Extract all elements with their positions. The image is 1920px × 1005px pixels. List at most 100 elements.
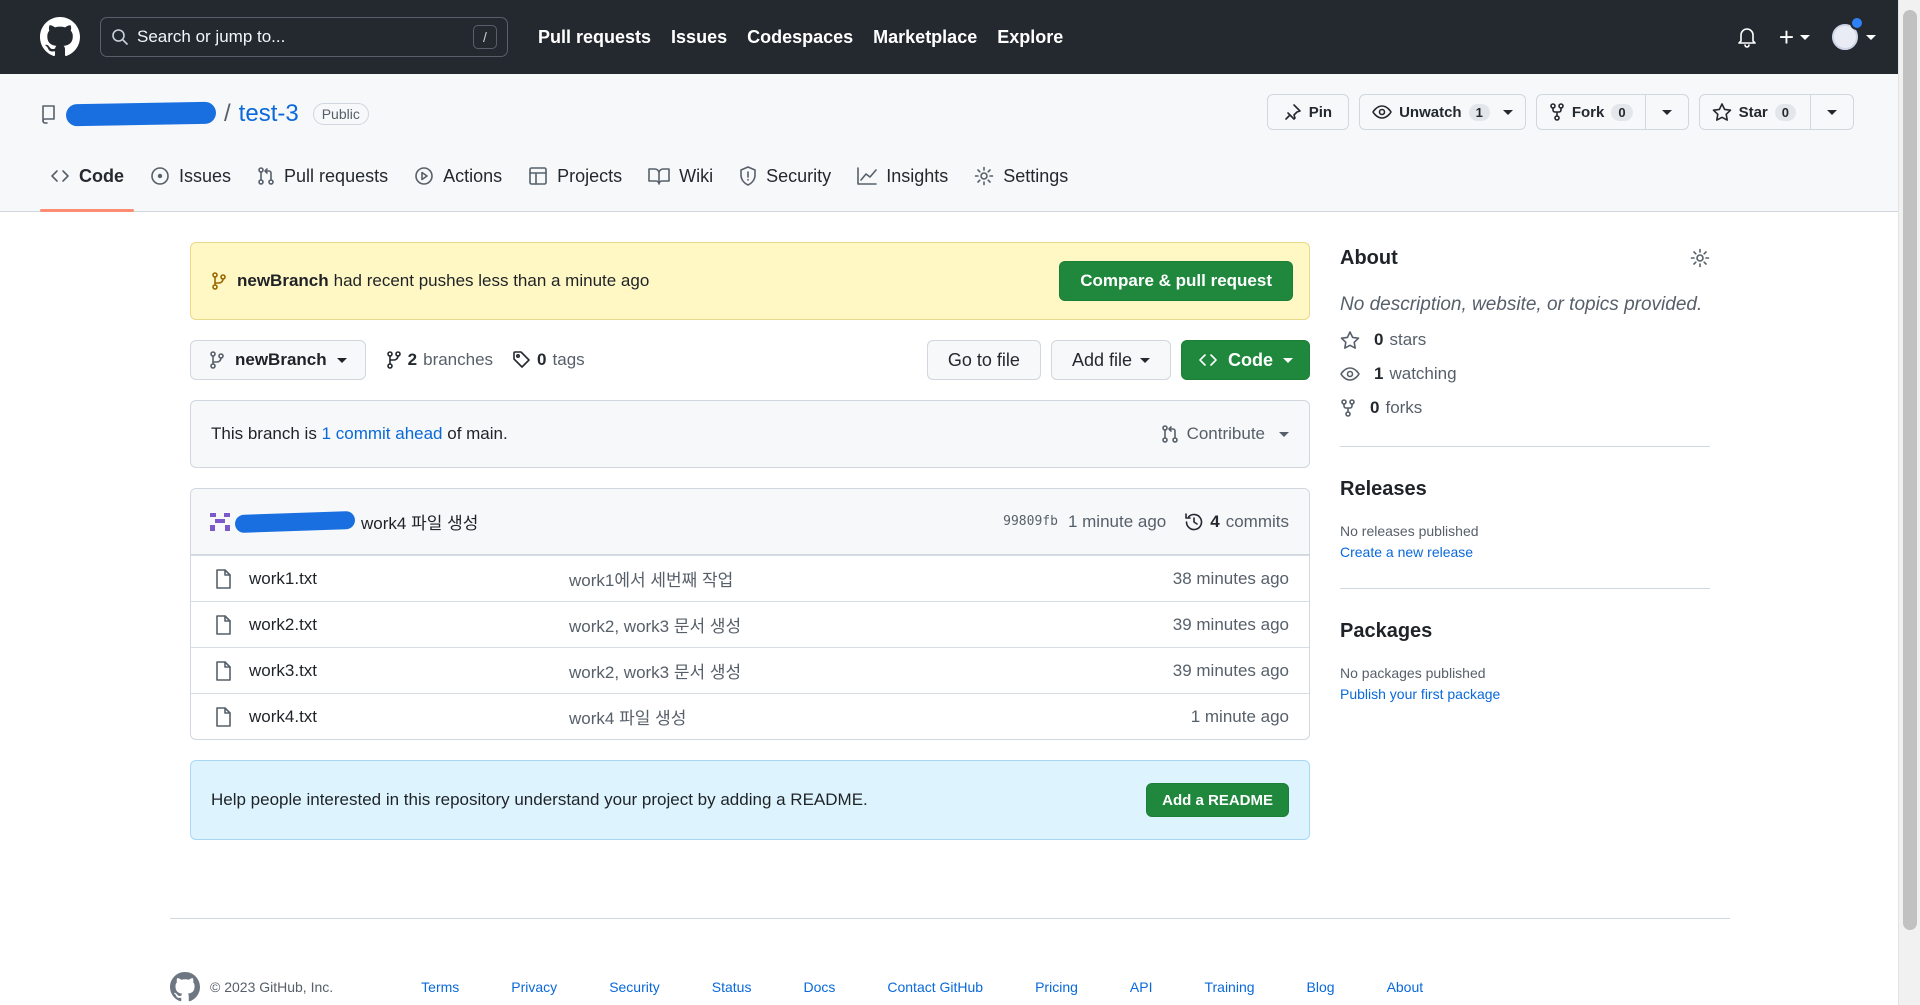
tab-projects[interactable]: Projects [518,161,632,211]
footer-link-privacy[interactable]: Privacy [511,979,557,995]
tab-wiki[interactable]: Wiki [638,161,723,211]
repo-sidebar: About No description, website, or topics… [1340,242,1710,702]
file-icon [213,568,233,589]
footer-link-pricing[interactable]: Pricing [1035,979,1078,995]
readme-prompt: Help people interested in this repositor… [190,760,1310,840]
file-name-link[interactable]: work1.txt [249,569,569,589]
fork-dropdown[interactable] [1644,95,1688,129]
tab-label: Issues [179,165,232,186]
author-avatar[interactable] [207,510,233,534]
tab-settings[interactable]: Settings [964,161,1078,211]
file-name-link[interactable]: work2.txt [249,615,569,635]
footer-link-docs[interactable]: Docs [803,979,835,995]
bell-icon[interactable] [1737,26,1757,48]
packages-heading[interactable]: Packages [1340,615,1710,647]
recent-push-text: had recent pushes less than a minute ago [333,271,650,290]
go-to-file-button[interactable]: Go to file [926,340,1041,380]
nav-explore[interactable]: Explore [997,27,1063,48]
file-name-link[interactable]: work4.txt [249,707,569,727]
footer-link-about[interactable]: About [1387,979,1424,995]
repo-actions: Pin Unwatch 1 Fork 0 Star 0 [1266,94,1854,130]
tab-pull-requests[interactable]: Pull requests [247,161,398,211]
publish-package-link[interactable]: Publish your first package [1340,686,1710,702]
branch-compare-info: This branch is 1 commit ahead of main. C… [190,400,1310,468]
nav-pull-requests[interactable]: Pull requests [538,27,651,48]
search-input[interactable]: Search or jump to... / [100,17,508,57]
branch-select[interactable]: newBranch [190,340,366,380]
scrollbar-thumb[interactable] [1903,10,1917,930]
star-button[interactable]: Star 0 [1698,94,1854,130]
file-commit-message[interactable]: work1에서 세번째 작업 [569,566,1173,591]
file-name-link[interactable]: work3.txt [249,661,569,681]
branch-icon [209,350,225,370]
branch-icon [386,350,402,370]
tab-insights[interactable]: Insights [847,161,958,211]
chevron-down-icon [1279,431,1289,437]
compare-pull-request-button[interactable]: Compare & pull request [1059,261,1293,301]
code-label: Code [1228,349,1273,370]
contribute-button[interactable]: Contribute [1161,424,1289,444]
commit-sha[interactable]: 99809fb [1003,514,1058,529]
add-file-button[interactable]: Add file [1050,340,1171,380]
pin-button[interactable]: Pin [1266,94,1350,130]
footer-link-contact[interactable]: Contact GitHub [887,979,983,995]
footer-link-status[interactable]: Status [712,979,752,995]
file-commit-message[interactable]: work2, work3 문서 생성 [569,658,1173,683]
stars-stat[interactable]: 0 stars [1340,330,1710,350]
create-new-button[interactable]: + [1779,24,1810,50]
tab-issues[interactable]: Issues [140,161,241,211]
footer-link-security[interactable]: Security [609,979,660,995]
footer-link-blog[interactable]: Blog [1307,979,1335,995]
play-icon [414,166,434,186]
file-commit-age: 39 minutes ago [1172,660,1289,680]
repo-name-link[interactable]: test-3 [239,100,299,128]
watch-button[interactable]: Unwatch 1 [1359,94,1526,130]
fork-button[interactable]: Fork 0 [1535,94,1689,130]
chevron-down-icon [1827,109,1837,115]
footer-link-terms[interactable]: Terms [421,979,459,995]
star-dropdown[interactable] [1810,95,1853,129]
code-button[interactable]: Code [1181,340,1310,380]
file-nav-actions: Go to file Add file Code [926,340,1310,380]
nav-issues[interactable]: Issues [671,27,727,48]
add-readme-button[interactable]: Add a README [1146,783,1289,817]
repo-icon [40,104,58,124]
path-separator: / [224,100,231,127]
nav-codespaces[interactable]: Codespaces [747,27,853,48]
branches-link[interactable]: 2 branches [386,350,493,370]
commit-history-link[interactable]: 4 commits [1184,512,1289,532]
releases-heading[interactable]: Releases [1340,473,1710,505]
file-commit-message[interactable]: work2, work3 문서 생성 [569,612,1173,637]
recent-push-banner: newBranch had recent pushes less than a … [190,242,1310,320]
releases-empty-text: No releases published [1340,523,1479,539]
current-branch: newBranch [235,350,327,369]
page-scrollbar[interactable] [1898,0,1920,1005]
file-commit-age: 1 minute ago [1190,706,1289,726]
watching-stat[interactable]: 1 watching [1340,364,1710,384]
footer-link-api[interactable]: API [1130,979,1153,995]
footer-link-training[interactable]: Training [1204,979,1254,995]
github-logo-icon[interactable] [40,17,80,57]
copyright: © 2023 GitHub, Inc. [210,979,334,995]
sidebar-divider [1340,588,1710,589]
tags-label: tags [552,350,585,369]
user-menu[interactable] [1832,16,1876,50]
github-mark-icon[interactable] [170,972,200,1002]
tab-security[interactable]: Security [729,161,841,211]
commit-ahead-link[interactable]: 1 commit ahead [322,424,443,444]
create-release-link[interactable]: Create a new release [1340,544,1710,560]
tab-code[interactable]: Code [40,161,134,212]
file-commit-message[interactable]: work4 파일 생성 [569,704,1191,729]
pushed-branch-name[interactable]: newBranch [237,271,329,291]
gear-icon[interactable] [1690,248,1710,268]
graph-icon [857,167,877,185]
owner-name-redacted[interactable] [65,101,217,127]
plus-icon: + [1778,22,1794,52]
shield-icon [739,166,757,186]
forks-stat[interactable]: 0 forks [1340,398,1710,418]
author-name-redacted[interactable] [234,510,356,533]
tags-link[interactable]: 0 tags [513,350,585,370]
nav-marketplace[interactable]: Marketplace [873,27,977,48]
latest-commit-message[interactable]: work4 파일 생성 [361,509,478,534]
tab-actions[interactable]: Actions [404,161,512,211]
